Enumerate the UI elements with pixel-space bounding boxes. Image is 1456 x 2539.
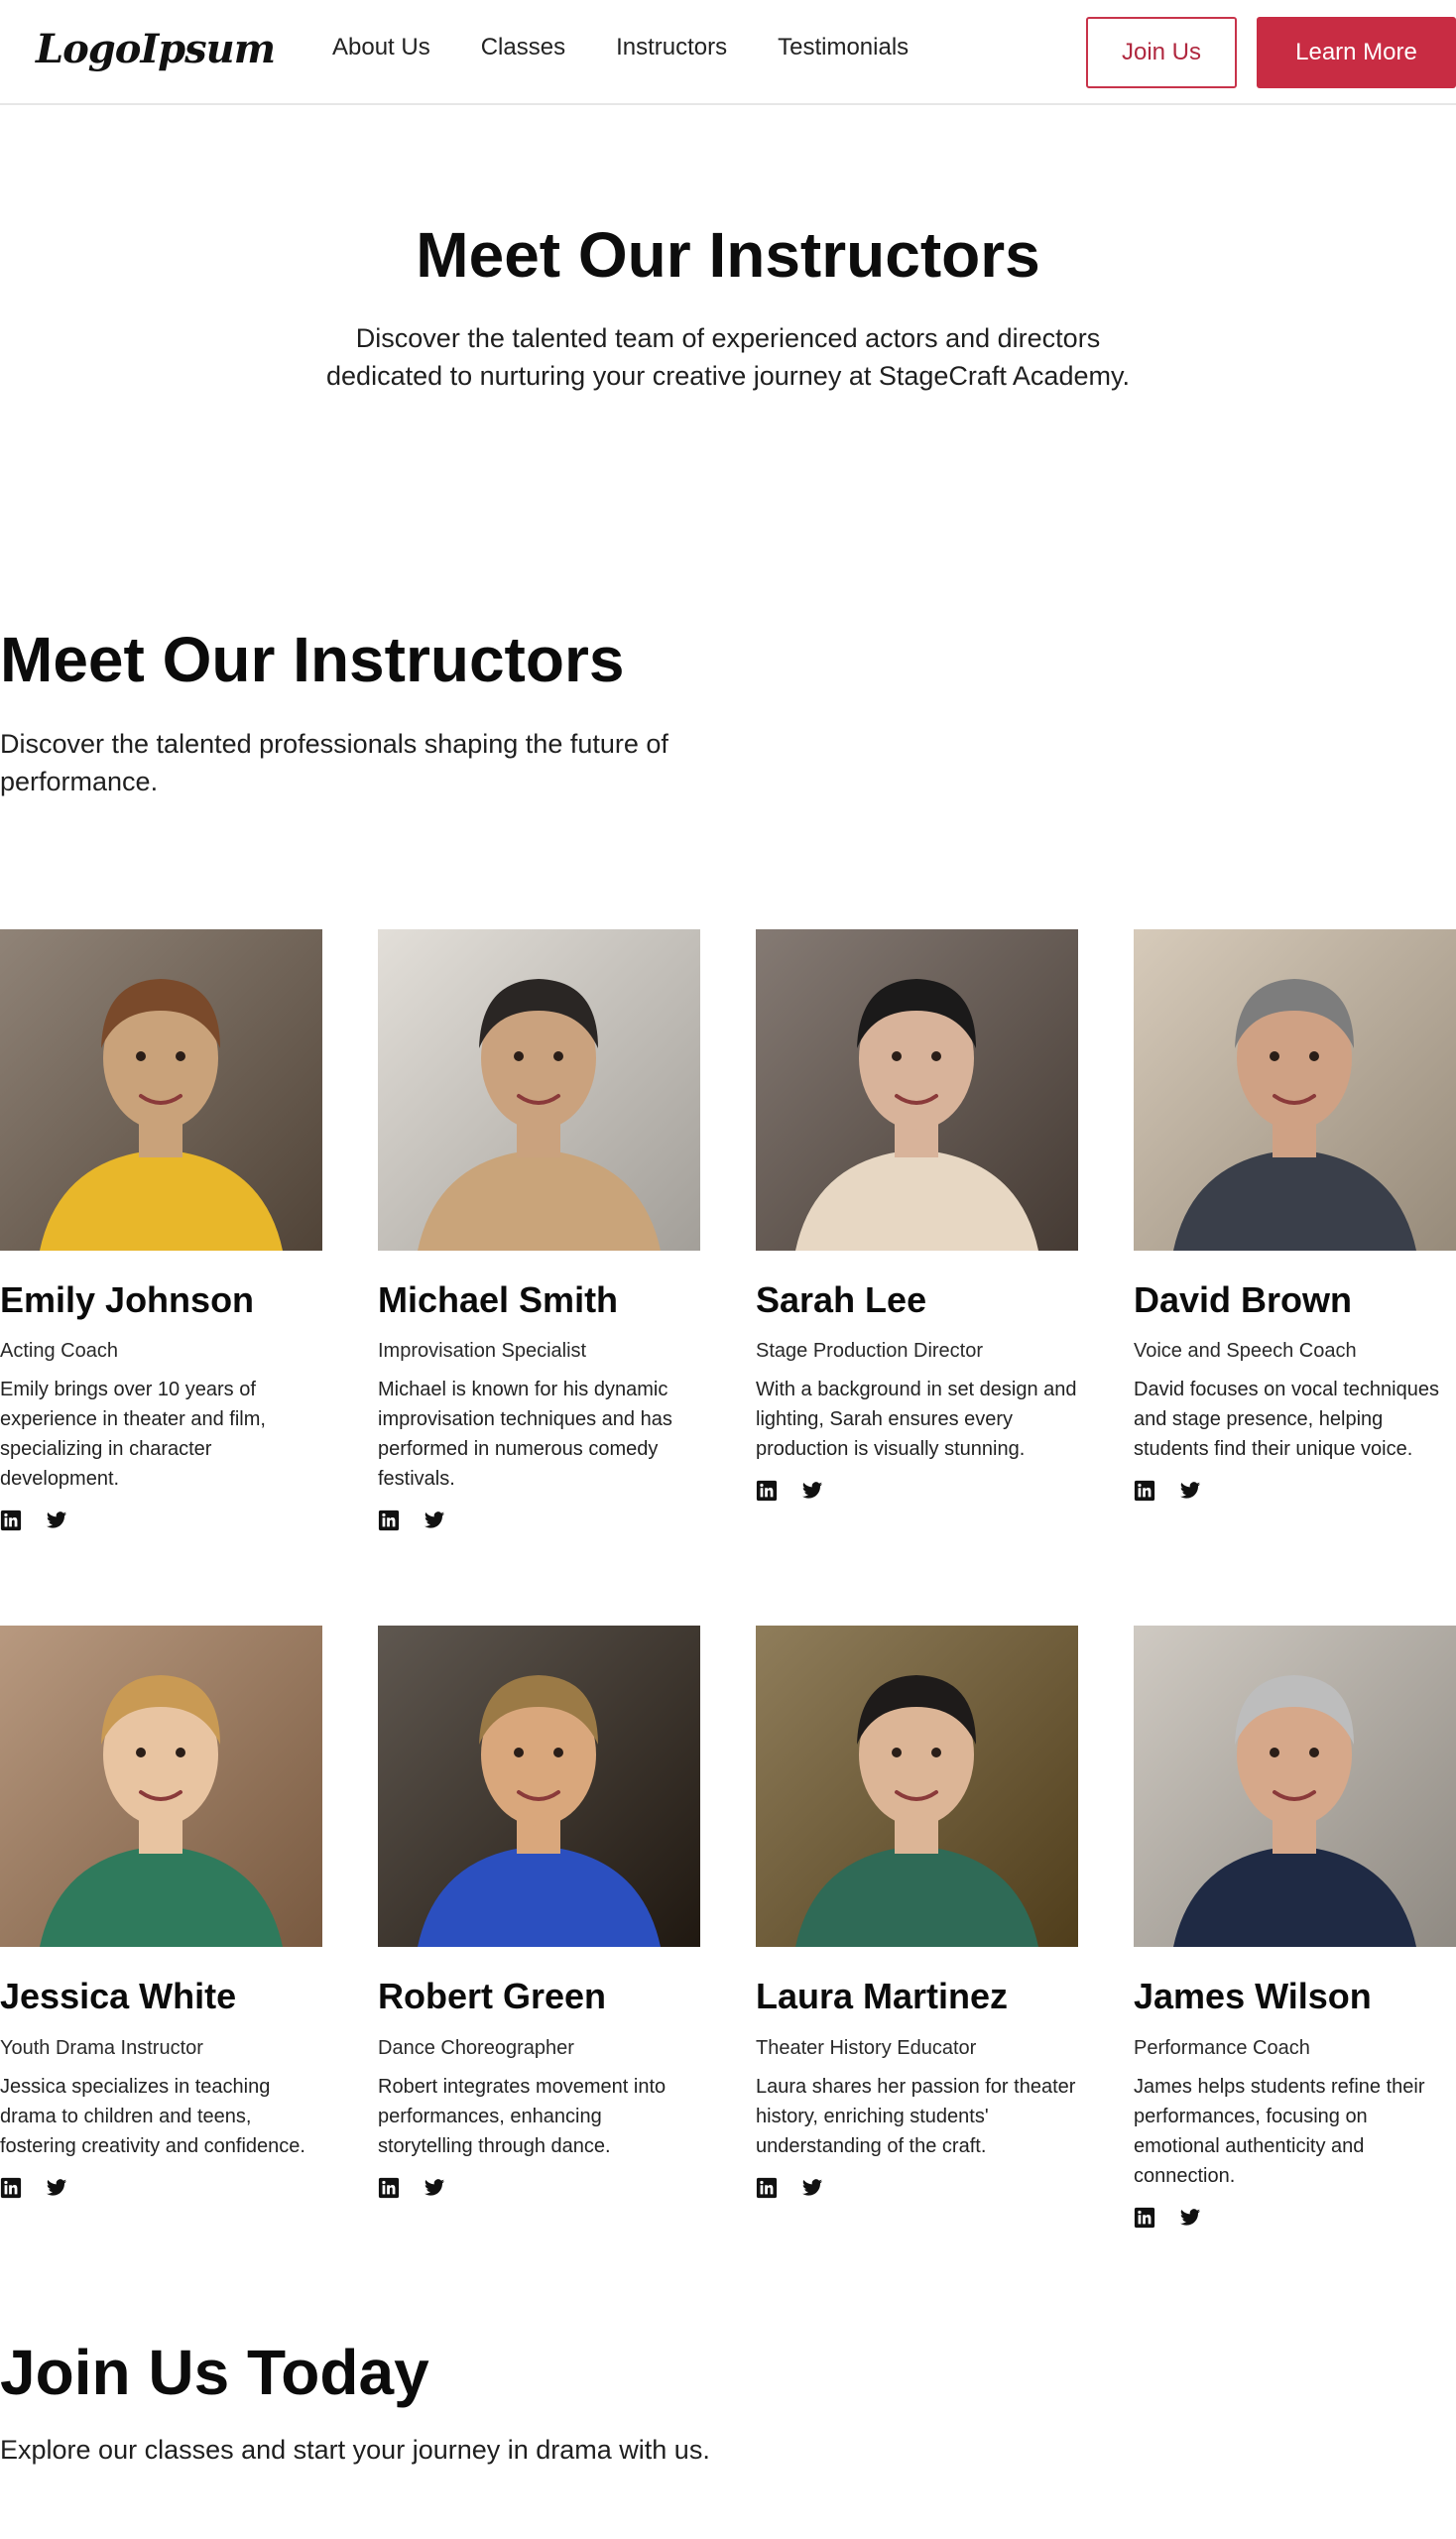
linkedin-icon[interactable] <box>378 1510 400 1531</box>
instructor-photo <box>756 928 1078 1251</box>
instructor-name: Michael Smith <box>378 1278 619 1320</box>
social-links <box>0 1510 322 1531</box>
hero-subtitle: Discover the talented team of experience… <box>326 323 1130 392</box>
linkedin-icon[interactable] <box>1134 2207 1155 2229</box>
instructor-card: Michael Smith Improvisation Specialist Mic… <box>378 928 700 1532</box>
site-header: LogoIpsum About Us Classes Instructors T… <box>0 0 1456 105</box>
instructor-role: Performance Coach <box>1134 2036 1310 2059</box>
social-links <box>756 2177 1078 2199</box>
nav-about-us[interactable]: About Us <box>332 36 430 60</box>
linkedin-icon[interactable] <box>756 2177 778 2199</box>
hero-section: Meet Our Instructors Discover the talent… <box>0 105 1456 395</box>
instructor-card: Sarah Lee Stage Production Director With a… <box>756 928 1078 1532</box>
twitter-icon[interactable] <box>46 2177 67 2199</box>
instructor-grid: Emily Johnson Acting Coach Emily brings ov… <box>0 928 1456 2229</box>
twitter-icon[interactable] <box>424 2177 445 2199</box>
join-subtitle: Explore our classes and start your journ… <box>0 2435 710 2466</box>
social-links <box>1134 2207 1456 2229</box>
join-title: Join Us Today <box>0 2336 429 2408</box>
social-links <box>378 2177 700 2199</box>
twitter-icon[interactable] <box>1179 2207 1201 2229</box>
instructor-role: Stage Production Director <box>756 1340 984 1363</box>
instructor-role: Theater History Educator <box>756 2036 977 2059</box>
instructor-photo <box>0 1626 322 1948</box>
instructor-bio: James helps students refine their perfor… <box>1134 2075 1425 2187</box>
hero-title: Meet Our Instructors <box>416 219 1040 291</box>
instructors-section-header: Meet Our Instructors Discover the talent… <box>0 625 1456 799</box>
instructor-card: David Brown Voice and Speech Coach David f… <box>1134 928 1456 1532</box>
instructor-name: David Brown <box>1134 1278 1353 1320</box>
instructors-section-title: Meet Our Instructors <box>0 624 625 696</box>
social-links <box>756 1480 1078 1502</box>
instructor-card: Emily Johnson Acting Coach Emily brings ov… <box>0 928 322 1532</box>
instructor-bio: Jessica specializes in teaching drama to… <box>0 2075 305 2157</box>
instructor-role: Improvisation Specialist <box>378 1340 587 1363</box>
linkedin-icon[interactable] <box>0 2177 22 2199</box>
instructor-photo <box>756 1626 1078 1948</box>
instructor-bio: Emily brings over 10 years of experience… <box>0 1379 266 1491</box>
instructor-bio: Robert integrates movement into performa… <box>378 2075 667 2157</box>
learn-more-button[interactable]: Learn More <box>1257 17 1456 88</box>
instructor-photo <box>378 1626 700 1948</box>
instructors-section: Meet Our Instructors Discover the talent… <box>0 625 1456 2229</box>
instructor-card: Laura Martinez Theater History Educator La… <box>756 1626 1078 2229</box>
join-us-button[interactable]: Join Us <box>1086 17 1237 88</box>
instructor-photo <box>0 928 322 1251</box>
instructor-bio: With a background in set design and ligh… <box>756 1379 1077 1461</box>
twitter-icon[interactable] <box>46 1510 67 1531</box>
social-links <box>1134 1480 1456 1502</box>
nav-classes[interactable]: Classes <box>481 36 565 60</box>
instructor-role: Youth Drama Instructor <box>0 2036 203 2059</box>
instructor-name: Emily Johnson <box>0 1278 255 1320</box>
nav-testimonials[interactable]: Testimonials <box>778 36 909 60</box>
instructor-bio: David focuses on vocal techniques and st… <box>1134 1379 1439 1461</box>
join-section: Join Us Today Explore our classes and st… <box>0 2338 1456 2466</box>
linkedin-icon[interactable] <box>378 2177 400 2199</box>
twitter-icon[interactable] <box>424 1510 445 1531</box>
instructor-name: James Wilson <box>1134 1976 1372 2017</box>
instructor-name: Sarah Lee <box>756 1278 927 1320</box>
instructor-bio: Michael is known for his dynamic improvi… <box>378 1379 672 1491</box>
instructor-photo <box>1134 928 1456 1251</box>
instructor-card: Robert Green Dance Choreographer Robert in… <box>378 1626 700 2229</box>
logo[interactable]: LogoIpsum <box>36 30 276 69</box>
instructor-photo <box>1134 1626 1456 1948</box>
twitter-icon[interactable] <box>801 1480 823 1502</box>
instructor-role: Dance Choreographer <box>378 2036 574 2059</box>
instructor-photo <box>378 928 700 1251</box>
instructor-role: Acting Coach <box>0 1340 118 1363</box>
instructor-name: Robert Green <box>378 1976 607 2017</box>
linkedin-icon[interactable] <box>756 1480 778 1502</box>
instructor-card: James Wilson Performance Coach James helps… <box>1134 1626 1456 2229</box>
instructor-role: Voice and Speech Coach <box>1134 1340 1357 1363</box>
linkedin-icon[interactable] <box>1134 1480 1155 1502</box>
header-actions: Join Us Learn More <box>1086 17 1456 88</box>
twitter-icon[interactable] <box>801 2177 823 2199</box>
twitter-icon[interactable] <box>1179 1480 1201 1502</box>
main-nav: About Us Classes Instructors Testimonial… <box>332 36 909 60</box>
instructor-card: Jessica White Youth Drama Instructor Jessi… <box>0 1626 322 2229</box>
social-links <box>378 1510 700 1531</box>
social-links <box>0 2177 322 2199</box>
instructor-bio: Laura shares her passion for theater his… <box>756 2075 1076 2157</box>
linkedin-icon[interactable] <box>0 1510 22 1531</box>
instructors-section-subtitle: Discover the talented professionals shap… <box>0 728 668 796</box>
instructor-name: Jessica White <box>0 1976 237 2017</box>
nav-instructors[interactable]: Instructors <box>616 36 727 60</box>
instructor-name: Laura Martinez <box>756 1976 1009 2017</box>
